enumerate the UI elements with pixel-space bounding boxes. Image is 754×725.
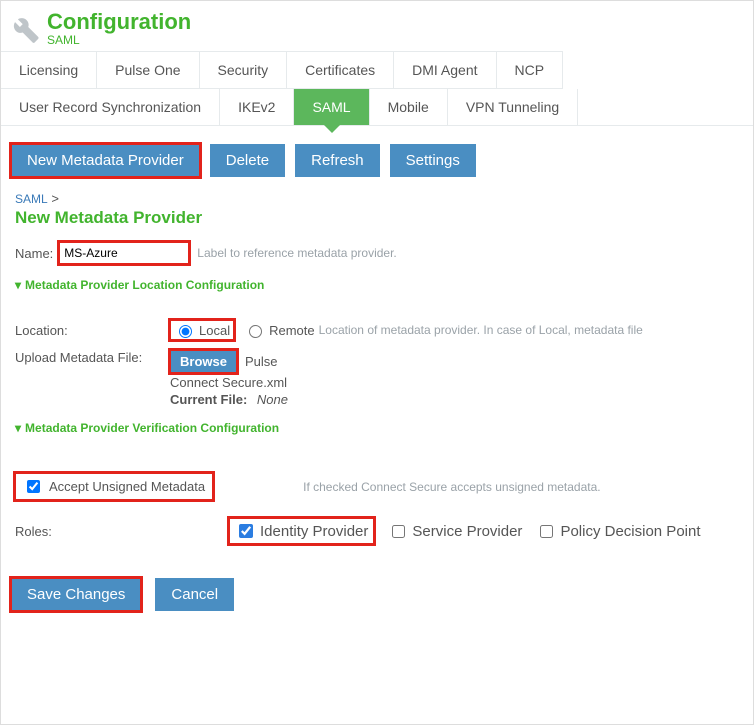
- upload-row: Upload Metadata File: Browse Pulse Conne…: [15, 350, 739, 407]
- browse-button[interactable]: Browse: [170, 350, 237, 373]
- new-metadata-provider-button[interactable]: New Metadata Provider: [11, 144, 200, 177]
- tab-pulse-one[interactable]: Pulse One: [97, 51, 199, 89]
- location-row: Location: Local Remote Location of metad…: [15, 320, 739, 340]
- breadcrumb: SAML >: [15, 191, 739, 206]
- location-hint: Location of metadata provider. In case o…: [319, 323, 643, 337]
- tab-row-2: User Record SynchronizationIKEv2SAMLMobi…: [1, 89, 753, 125]
- wrench-icon: [7, 10, 41, 47]
- header-subtitle: SAML: [47, 33, 191, 47]
- footer: Save Changes Cancel: [1, 550, 753, 639]
- breadcrumb-parent[interactable]: SAML: [15, 192, 48, 206]
- settings-button[interactable]: Settings: [390, 144, 476, 177]
- tab-ikev2[interactable]: IKEv2: [220, 89, 294, 125]
- location-local-wrap[interactable]: Local: [170, 320, 234, 340]
- tab-saml[interactable]: SAML: [294, 89, 369, 125]
- chevron-down-icon: ▾: [15, 278, 21, 292]
- role-idp-wrap[interactable]: Identity Provider: [229, 518, 374, 544]
- name-row: Name: Label to reference metadata provid…: [15, 242, 739, 264]
- accept-unsigned-wrap[interactable]: Accept Unsigned Metadata: [15, 473, 213, 500]
- roles-row: Roles: Identity Provider Service Provide…: [15, 518, 739, 544]
- tab-mobile[interactable]: Mobile: [370, 89, 448, 125]
- breadcrumb-sep: >: [51, 191, 59, 206]
- current-file-value: None: [257, 392, 288, 407]
- name-hint: Label to reference metadata provider.: [197, 246, 396, 260]
- verification-section-header[interactable]: ▾ Metadata Provider Verification Configu…: [15, 421, 739, 435]
- tab-licensing[interactable]: Licensing: [1, 51, 97, 89]
- tab-dmi-agent[interactable]: DMI Agent: [394, 51, 496, 89]
- upload-label: Upload Metadata File:: [15, 350, 170, 365]
- tab-certificates[interactable]: Certificates: [287, 51, 394, 89]
- save-changes-button[interactable]: Save Changes: [11, 578, 141, 611]
- cancel-button[interactable]: Cancel: [155, 578, 234, 611]
- tab-ncp[interactable]: NCP: [497, 51, 564, 89]
- roles-label: Roles:: [15, 524, 215, 539]
- tab-security[interactable]: Security: [200, 51, 288, 89]
- accept-row: Accept Unsigned Metadata If checked Conn…: [15, 473, 739, 500]
- location-remote-radio[interactable]: [249, 325, 262, 338]
- tab-user-record-synchronization[interactable]: User Record Synchronization: [1, 89, 220, 125]
- location-section-header[interactable]: ▾ Metadata Provider Location Configurati…: [15, 278, 739, 292]
- location-local-radio[interactable]: [179, 325, 192, 338]
- toolbar: New Metadata Provider Delete Refresh Set…: [1, 126, 753, 185]
- delete-button[interactable]: Delete: [210, 144, 285, 177]
- current-file-label: Current File:: [170, 392, 247, 407]
- refresh-button[interactable]: Refresh: [295, 144, 380, 177]
- tab-row-1: LicensingPulse OneSecurityCertificatesDM…: [1, 51, 753, 89]
- location-label: Location:: [15, 323, 170, 338]
- upload-file-line1: Pulse: [245, 354, 278, 369]
- page-title: New Metadata Provider: [15, 208, 739, 228]
- accept-hint: If checked Connect Secure accepts unsign…: [303, 480, 601, 494]
- role-sp-checkbox[interactable]: [392, 525, 405, 538]
- tab-bar: LicensingPulse OneSecurityCertificatesDM…: [1, 51, 753, 126]
- page-header: Configuration SAML: [1, 1, 753, 51]
- name-label: Name:: [15, 246, 53, 261]
- location-remote-wrap[interactable]: Remote: [240, 320, 319, 340]
- role-idp-checkbox[interactable]: [239, 524, 253, 538]
- chevron-down-icon: ▾: [15, 421, 21, 435]
- upload-file-line2: Connect Secure.xml: [170, 375, 288, 390]
- role-pdp-checkbox[interactable]: [540, 525, 553, 538]
- accept-unsigned-checkbox[interactable]: [27, 480, 40, 493]
- name-input[interactable]: [59, 242, 189, 264]
- tab-vpn-tunneling[interactable]: VPN Tunneling: [448, 89, 578, 125]
- header-title: Configuration: [47, 9, 191, 35]
- role-pdp-wrap[interactable]: Policy Decision Point: [536, 522, 700, 541]
- role-sp-wrap[interactable]: Service Provider: [388, 522, 522, 541]
